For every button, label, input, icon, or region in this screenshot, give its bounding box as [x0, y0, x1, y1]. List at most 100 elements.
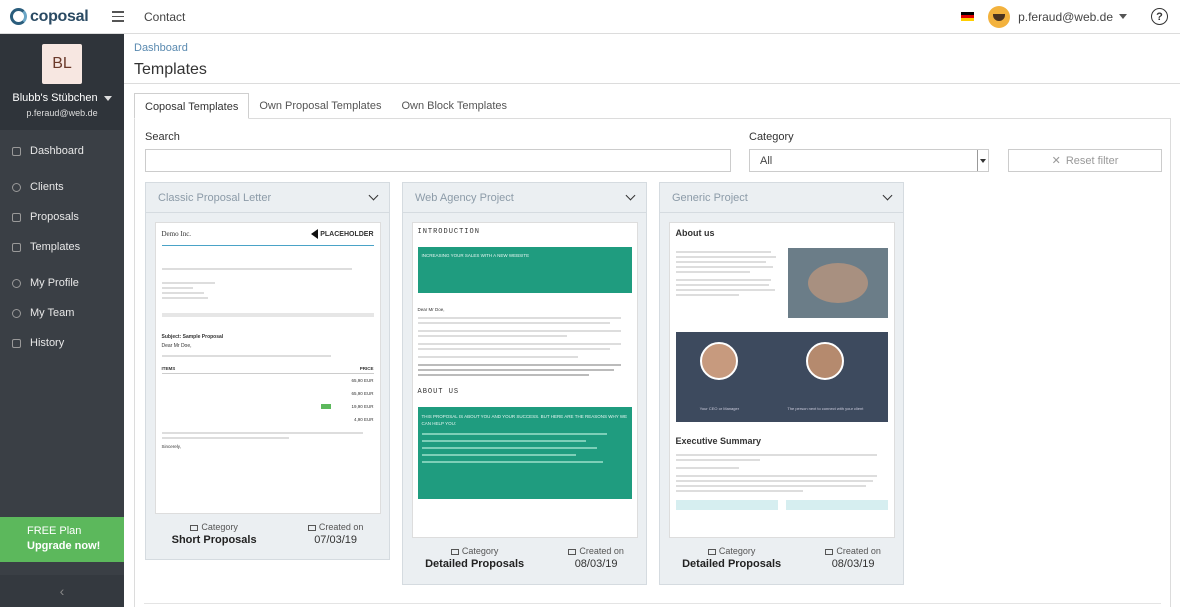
- preview-ceo-caption: Your CEO or Manager: [699, 406, 740, 411]
- team-photo: [787, 248, 888, 318]
- preview-price: 65,90 EUR: [351, 391, 374, 396]
- created-label: Created on: [579, 546, 624, 556]
- category-label: Category: [718, 546, 756, 556]
- upgrade-banner[interactable]: FREE Plan Upgrade now!: [0, 517, 124, 562]
- sidebar-item-label: Clients: [30, 181, 64, 193]
- logo-mark-icon: [10, 8, 27, 25]
- templates-icon: [12, 242, 21, 252]
- card-title: Web Agency Project: [415, 191, 514, 204]
- chevron-down-icon[interactable]: [977, 150, 988, 171]
- sidebar-item-clients[interactable]: Clients: [0, 172, 124, 202]
- preview-price-head: PRICE: [359, 366, 374, 371]
- chevron-left-icon[interactable]: ‹: [0, 575, 124, 607]
- sidebar-item-dashboard[interactable]: Dashboard: [0, 136, 124, 166]
- card-created-date: 07/03/19: [314, 534, 358, 546]
- sidebar-item-label: Proposals: [30, 211, 79, 223]
- top-bar: coposal Contact p.feraud@web.de ?: [0, 0, 1180, 34]
- history-icon: [12, 338, 21, 348]
- person-photo: [806, 342, 845, 380]
- profile-icon: [12, 278, 21, 288]
- preview-about-banner-text: THIS PROPOSAL IS ABOUT YOU AND YOUR SUCC…: [421, 414, 628, 426]
- category-label: Category: [749, 131, 794, 143]
- template-preview[interactable]: About us Your CEO or Manager The person …: [668, 222, 895, 538]
- preview-greeting: Dear Mr Doe,: [417, 307, 445, 312]
- divider: [144, 603, 1161, 604]
- sidebar-item-proposals[interactable]: Proposals: [0, 202, 124, 232]
- person-photo: [700, 342, 739, 380]
- template-card[interactable]: Web Agency Project INTRODUCTION INCREASI…: [402, 182, 647, 585]
- category-label: Category: [461, 546, 499, 556]
- placeholder-logo: PLACEHOLDER: [311, 229, 374, 239]
- template-preview[interactable]: Demo Inc. PLACEHOLDER Subject: Sample Pr…: [154, 222, 381, 514]
- tab-coposal-templates[interactable]: Coposal Templates: [134, 93, 250, 119]
- sidebar-item-label: My Profile: [30, 277, 79, 289]
- preview-about-heading: About us: [675, 228, 715, 238]
- german-flag-icon[interactable]: [961, 12, 975, 21]
- contact-link[interactable]: Contact: [144, 10, 185, 24]
- user-menu[interactable]: p.feraud@web.de: [1018, 10, 1113, 24]
- team-icon: [12, 308, 21, 318]
- template-preview[interactable]: INTRODUCTION INCREASING YOUR SALES WITH …: [411, 222, 638, 538]
- clients-icon: [12, 182, 21, 192]
- tab-own-block-templates[interactable]: Own Block Templates: [391, 93, 517, 119]
- preview-intro-banner: INCREASING YOUR SALES WITH A NEW WEBSITE: [417, 247, 632, 293]
- breadcrumb[interactable]: Dashboard: [134, 42, 188, 54]
- template-card[interactable]: Generic Project About us Your CEO or Man…: [659, 182, 904, 585]
- preview-price: 19,90 EUR: [351, 404, 374, 409]
- chevron-down-icon[interactable]: [625, 190, 636, 201]
- category-value: All: [760, 155, 773, 167]
- created-label: Created on: [318, 522, 364, 532]
- sidebar-email: p.feraud@web.de: [26, 108, 98, 118]
- preview-greeting: Dear Mr Doe,: [161, 343, 192, 349]
- logo[interactable]: coposal: [10, 8, 102, 26]
- menu-toggle-icon[interactable]: [112, 11, 124, 22]
- caret-down-icon[interactable]: [1119, 14, 1127, 19]
- upgrade-link[interactable]: Upgrade now!: [27, 539, 124, 554]
- sidebar: BL Blubb's Stübchen p.feraud@web.de Dash…: [0, 34, 124, 607]
- template-card[interactable]: Classic Proposal Letter Demo Inc. PLACEH…: [145, 182, 390, 560]
- reset-filter-label: Reset filter: [1065, 154, 1119, 167]
- chevron-down-icon[interactable]: [368, 190, 379, 201]
- sidebar-item-label: Templates: [30, 241, 81, 253]
- card-category: Detailed Proposals: [682, 558, 782, 570]
- sidebar-item-label: My Team: [30, 307, 75, 319]
- card-created-date: 08/03/19: [574, 558, 618, 570]
- card-category: Short Proposals: [171, 534, 257, 546]
- close-icon: ✕: [1051, 155, 1061, 167]
- caret-down-icon: [103, 95, 112, 101]
- calendar-icon: [568, 548, 577, 555]
- card-title: Classic Proposal Letter: [158, 191, 272, 204]
- tab-own-proposal-templates[interactable]: Own Proposal Templates: [249, 93, 391, 119]
- search-label: Search: [145, 131, 180, 143]
- folder-icon: [707, 548, 716, 555]
- card-created-date: 08/03/19: [831, 558, 875, 570]
- proposals-icon: [12, 212, 21, 222]
- dashboard-icon: [12, 146, 21, 156]
- category-select[interactable]: All: [749, 149, 989, 172]
- preview-intro-heading: INTRODUCTION: [417, 228, 480, 236]
- chevron-down-icon[interactable]: [882, 190, 893, 201]
- page-title: Templates: [134, 61, 207, 78]
- sidebar-item-history[interactable]: History: [0, 328, 124, 358]
- user-avatar[interactable]: [988, 5, 1011, 28]
- main-content: Dashboard Templates Coposal Templates Ow…: [124, 34, 1180, 607]
- sidebar-item-my-team[interactable]: My Team: [0, 298, 124, 328]
- divider: [124, 83, 1180, 84]
- sidebar-item-my-profile[interactable]: My Profile: [0, 268, 124, 298]
- calendar-icon: [825, 548, 834, 555]
- company-avatar: BL: [42, 44, 82, 84]
- reset-filter-button[interactable]: ✕ Reset filter: [1008, 149, 1162, 172]
- preview-about-heading: ABOUT US: [417, 388, 460, 396]
- preview-price-row: 19,90 EUR: [162, 400, 374, 413]
- help-icon[interactable]: ?: [1151, 8, 1168, 25]
- sidebar-item-label: Dashboard: [30, 145, 84, 157]
- preview-company: Demo Inc.: [161, 230, 192, 238]
- search-input[interactable]: [145, 149, 731, 172]
- logo-text: coposal: [30, 7, 89, 25]
- sidebar-item-templates[interactable]: Templates: [0, 232, 124, 262]
- company-name: Blubb's Stübchen: [12, 92, 98, 104]
- template-tabs: Coposal Templates Own Proposal Templates…: [134, 93, 517, 119]
- company-switcher[interactable]: Blubb's Stübchen: [12, 92, 112, 104]
- plan-label: FREE Plan: [27, 525, 82, 537]
- templates-panel: Search Category All ✕ Reset filter Class…: [134, 118, 1171, 607]
